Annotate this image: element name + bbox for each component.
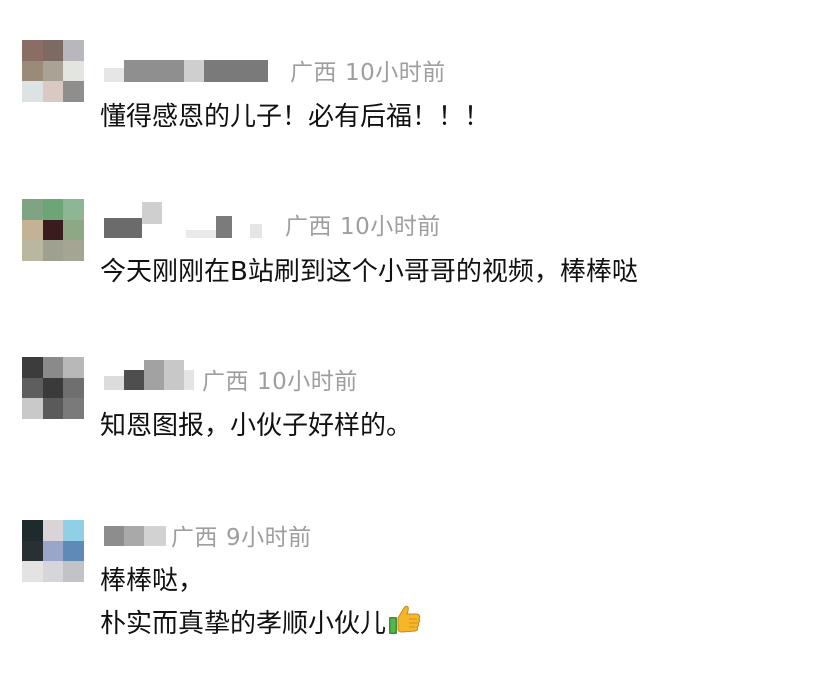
avatar-pixel xyxy=(63,398,84,419)
avatar-pixel xyxy=(22,377,43,399)
comment-meta: 广西 10小时前 xyxy=(202,362,358,396)
avatar[interactable] xyxy=(22,520,84,582)
comment-text: 今天刚刚在B站刷到这个小哥哥的视频，棒棒哒 xyxy=(100,257,638,287)
avatar-pixel xyxy=(22,540,43,562)
avatar-pixel xyxy=(63,60,84,82)
avatar-pixel xyxy=(42,540,64,562)
avatar-pixel xyxy=(42,357,64,378)
avatar-pixel xyxy=(22,81,43,102)
comment-text: 知恩图报，小伙子好样的。 xyxy=(100,411,413,441)
avatar-pixel xyxy=(22,219,43,241)
avatar-pixel xyxy=(63,81,84,102)
avatar-pixel xyxy=(63,219,84,241)
avatar-pixel xyxy=(42,199,64,220)
username-blurred[interactable] xyxy=(104,360,194,390)
avatar-pixel xyxy=(63,520,84,541)
avatar-pixel xyxy=(42,219,64,241)
avatar-pixel xyxy=(63,561,84,582)
avatar-pixel xyxy=(63,40,84,61)
avatar-pixel xyxy=(42,520,64,541)
comment-time: 10小时前 xyxy=(257,369,358,395)
comment-meta: 广西 10小时前 xyxy=(285,207,441,241)
avatar-pixel xyxy=(22,40,43,61)
avatar-pixel xyxy=(42,398,64,419)
comment-location: 广西 xyxy=(290,60,337,86)
comment-text-line2: 朴实而真挚的孝顺小伙儿 xyxy=(100,604,422,648)
avatar[interactable] xyxy=(22,357,84,419)
avatar-pixel xyxy=(22,561,43,582)
avatar[interactable] xyxy=(22,40,84,102)
avatar-pixel xyxy=(42,377,64,399)
comment-text: 朴实而真挚的孝顺小伙儿 xyxy=(100,609,387,639)
username-blurred[interactable] xyxy=(104,522,166,546)
comment-location: 广西 xyxy=(285,214,332,240)
avatar-pixel xyxy=(42,40,64,61)
comment-location: 广西 xyxy=(202,369,249,395)
comment-meta: 广西 10小时前 xyxy=(290,53,446,87)
avatar-pixel xyxy=(22,520,43,541)
comment-text: 懂得感恩的儿子！必有后福！！！ xyxy=(100,102,491,132)
avatar-pixel xyxy=(22,398,43,419)
avatar-pixel xyxy=(63,240,84,261)
avatar-pixel xyxy=(22,60,43,82)
comment-location: 广西 xyxy=(171,525,218,551)
avatar-pixel xyxy=(42,60,64,82)
username-blurred[interactable] xyxy=(104,202,279,238)
thumbs-up-emoji-icon xyxy=(388,604,422,648)
avatar-pixel xyxy=(63,540,84,562)
avatar-pixel xyxy=(22,240,43,261)
comment-time: 9小时前 xyxy=(226,525,312,551)
comment-text: 棒棒哒， xyxy=(100,566,205,596)
avatar-pixel xyxy=(22,199,43,220)
comment-time: 10小时前 xyxy=(340,214,441,240)
avatar-pixel xyxy=(42,240,64,261)
avatar-pixel xyxy=(42,81,64,102)
avatar[interactable] xyxy=(22,199,84,261)
comment-time: 10小时前 xyxy=(345,60,446,86)
username-blurred[interactable] xyxy=(104,58,268,82)
avatar-pixel xyxy=(63,377,84,399)
comment-meta: 广西 9小时前 xyxy=(171,518,312,552)
avatar-pixel xyxy=(22,357,43,378)
avatar-pixel xyxy=(42,561,64,582)
avatar-pixel xyxy=(63,357,84,378)
avatar-pixel xyxy=(63,199,84,220)
